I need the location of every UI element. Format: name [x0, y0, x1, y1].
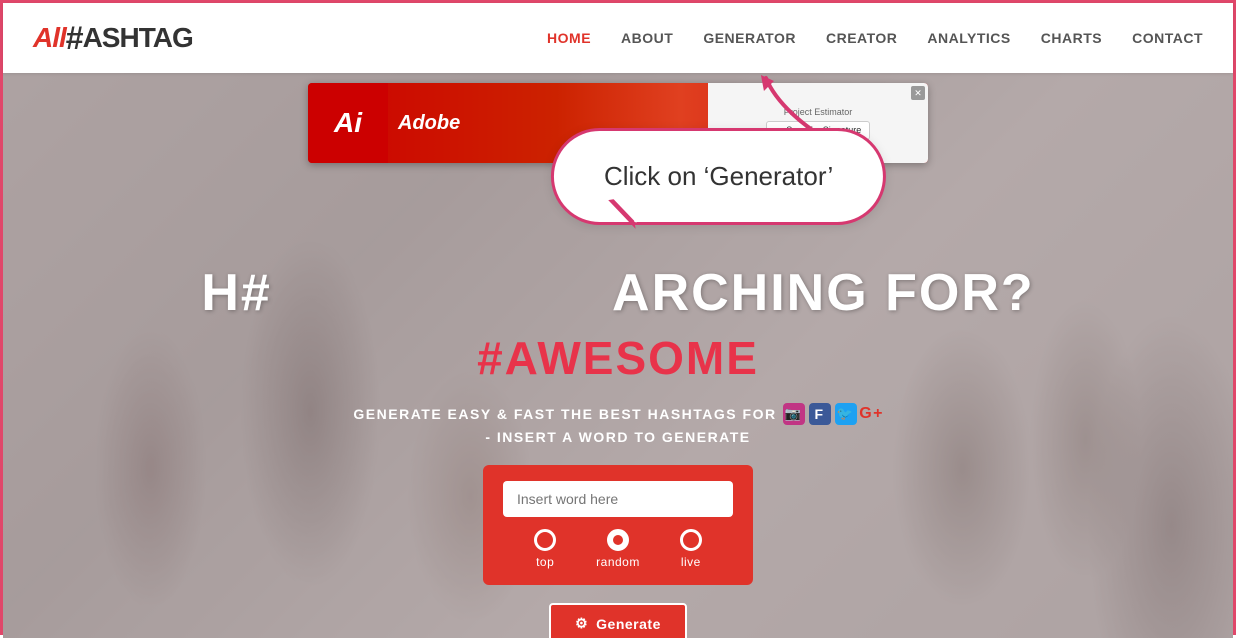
ad-banner: Ai Adobe Project Estimator ✒ Send for Si… — [308, 83, 928, 163]
logo-hash: # — [66, 20, 83, 57]
logo-ashtag: ASHTAG — [83, 22, 193, 54]
search-box: top random live — [483, 465, 753, 585]
radio-live-circle[interactable] — [680, 529, 702, 551]
radio-random[interactable]: random — [596, 529, 640, 569]
header: All # ASHTAG HOME ABOUT GENERATOR CREATO… — [3, 3, 1233, 73]
hero-desc2: - INSERT A WORD TO GENERATE — [485, 429, 750, 445]
googleplus-icon: G+ — [861, 403, 883, 425]
radio-live-label: live — [681, 555, 701, 569]
social-icons: 📷 f 🐦 G+ — [783, 403, 883, 425]
ad-right-panel[interactable]: Project Estimator ✒ Send for Signature — [708, 83, 928, 163]
logo-all: All — [33, 22, 66, 54]
headline-part2: ARCHING FOR? — [612, 264, 1035, 322]
hero-desc1: GENERATE EASY & FAST THE BEST HASHTAGS F… — [353, 403, 882, 425]
nav-contact[interactable]: CONTACT — [1132, 30, 1203, 46]
generate-button[interactable]: ⚙ Generate — [549, 603, 687, 638]
radio-top-label: top — [536, 555, 554, 569]
ad-title: Project Estimator — [784, 107, 853, 117]
hero-headline: H# __________ ARCHING FOR? — [201, 263, 1034, 323]
radio-group: top random live — [534, 529, 702, 569]
gear-icon: ⚙ — [575, 615, 588, 632]
radio-top[interactable]: top — [534, 529, 556, 569]
nav-charts[interactable]: CHARTS — [1041, 30, 1102, 46]
main-nav: HOME ABOUT GENERATOR CREATOR ANALYTICS C… — [547, 30, 1203, 46]
radio-live[interactable]: live — [680, 529, 702, 569]
adobe-logo-icon: Ai — [323, 98, 373, 148]
ad-close-button[interactable]: ✕ — [911, 86, 925, 100]
instagram-icon: 📷 — [783, 403, 805, 425]
ad-content: Adobe — [388, 112, 708, 135]
generate-button-label: Generate — [596, 616, 661, 632]
nav-home[interactable]: HOME — [547, 30, 591, 46]
search-input[interactable] — [503, 481, 733, 517]
logo[interactable]: All # ASHTAG — [33, 20, 193, 57]
ad-brand-text: Adobe — [398, 112, 460, 135]
headline-part1: H# — [201, 264, 271, 322]
nav-analytics[interactable]: ANALYTICS — [927, 30, 1010, 46]
hero-section: Ai Adobe Project Estimator ✒ Send for Si… — [3, 73, 1233, 638]
hero-subhead: #AWESOME — [477, 331, 759, 385]
radio-random-label: random — [596, 555, 640, 569]
twitter-icon: 🐦 — [835, 403, 857, 425]
hero-content: H# __________ ARCHING FOR? #AWESOME GENE… — [3, 263, 1233, 638]
ad-send-button[interactable]: ✒ Send for Signature — [766, 121, 871, 140]
radio-top-circle[interactable] — [534, 529, 556, 551]
nav-generator[interactable]: GENERATOR — [703, 30, 796, 46]
pen-icon: ✒ — [775, 125, 783, 136]
radio-random-circle[interactable] — [607, 529, 629, 551]
facebook-icon: f — [809, 403, 831, 425]
nav-about[interactable]: ABOUT — [621, 30, 673, 46]
nav-creator[interactable]: CREATOR — [826, 30, 897, 46]
ad-logo-area: Ai — [308, 83, 388, 163]
